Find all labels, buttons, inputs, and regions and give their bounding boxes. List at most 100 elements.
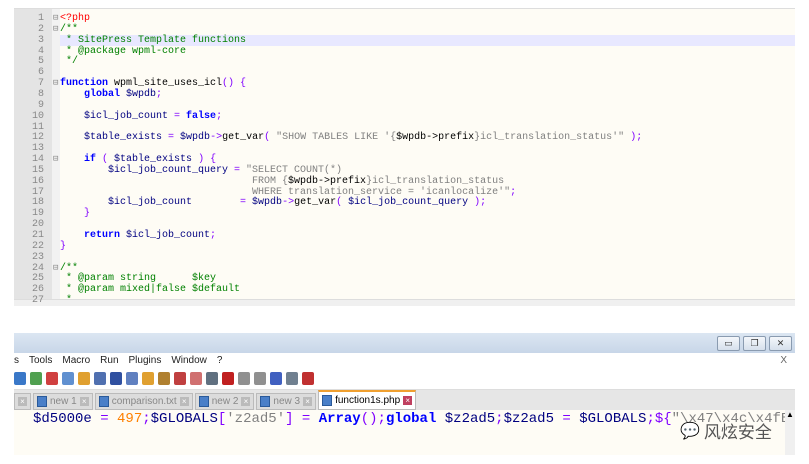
toolbar-button-icon[interactable] — [158, 372, 170, 385]
code-token: = — [554, 411, 580, 427]
code-line: * @package wpml-core — [60, 46, 795, 57]
toolbar-button-icon[interactable] — [46, 372, 58, 385]
tab-close-icon[interactable]: × — [79, 397, 89, 406]
menu-macro[interactable]: Macro — [62, 355, 90, 366]
code-token: $icl_job_count — [60, 197, 193, 209]
toolbar-button-icon[interactable] — [302, 372, 314, 385]
toolbar-button-icon[interactable] — [142, 372, 154, 385]
toolbar-button-icon[interactable] — [286, 372, 298, 385]
code-token: /** — [60, 262, 79, 274]
code-token: get_var — [294, 197, 337, 209]
line-number: 15 — [31, 164, 44, 176]
tab-new-3[interactable]: new 3 × — [256, 393, 317, 410]
code-line: * @param mixed|false $default — [60, 284, 795, 295]
code-line: } — [60, 241, 795, 252]
menu-run[interactable]: Run — [100, 355, 118, 366]
code-token: = — [192, 197, 253, 209]
code-token: * SitePress Template functions — [60, 34, 247, 46]
toolbar-button-icon[interactable] — [14, 372, 26, 385]
code-token: "SHOW TABLES LIKE '{ — [276, 132, 397, 144]
restore-button[interactable]: ❐ — [743, 336, 766, 351]
toolbar-button-icon[interactable] — [126, 372, 138, 385]
toolbar-button-icon[interactable] — [78, 372, 90, 385]
menu-plugins[interactable]: Plugins — [129, 355, 162, 366]
toolbar-button-icon[interactable] — [174, 372, 186, 385]
vertical-scrollbar[interactable]: ▲ — [785, 410, 795, 455]
line-number: 23 — [31, 251, 44, 263]
toolbar-button-icon[interactable] — [190, 372, 202, 385]
line-number: 5 — [37, 56, 44, 68]
code-token: }icl_translation_status'" — [474, 132, 625, 144]
fold-toggle-icon[interactable]: ⊟ — [53, 263, 58, 273]
toolbar-button-icon[interactable] — [30, 372, 42, 385]
close-button[interactable]: ✕ — [769, 336, 792, 351]
code-token: 497 — [117, 411, 143, 427]
code-editor-top[interactable]: 1 <?php ⊟ 2/** ⊟ 3 * SitePress Template funct… — [14, 8, 795, 306]
toolbar-button-icon[interactable] — [270, 372, 282, 385]
line-number: 17 — [31, 186, 44, 198]
tab-new-2[interactable]: new 2 × — [194, 393, 255, 410]
code-editor-bottom[interactable]: $d5000e = 497;$GLOBALS['z2ad5'] = Array(… — [14, 410, 785, 455]
code-token: }icl_translation_status — [366, 175, 505, 187]
tab-new-1[interactable]: new 1 × — [33, 393, 93, 410]
code-token: wpml_site_uses_icl — [108, 78, 223, 90]
code-token: global — [385, 411, 437, 427]
code-token: * @param string $key — [60, 273, 217, 285]
code-token: $GLOBALS — [150, 411, 218, 427]
code-token: ); — [624, 132, 643, 144]
watermark: 💬 风炫安全 — [680, 418, 772, 443]
line-number: 20 — [31, 219, 44, 231]
code-line: /** — [60, 24, 795, 35]
tab-close-icon[interactable]: × — [303, 397, 313, 406]
toolbar-button-icon[interactable] — [222, 372, 234, 385]
code-token: * — [60, 295, 73, 306]
line-number: 2 — [37, 23, 44, 35]
fold-toggle-icon[interactable]: ⊟ — [53, 13, 58, 23]
tab-comparison-txt[interactable]: comparison.txt × — [94, 393, 193, 410]
file-save-icon — [322, 395, 333, 406]
tab-close-icon[interactable]: × — [241, 397, 251, 406]
menu-help[interactable]: ? — [217, 355, 223, 366]
menu-tools[interactable]: Tools — [29, 355, 52, 366]
code-token: global — [84, 88, 121, 100]
line-number: 6 — [37, 67, 44, 79]
code-token: /** — [60, 23, 79, 35]
close-document-button[interactable]: X — [780, 355, 787, 366]
code-token: ] = — [285, 411, 319, 427]
code-token: $z2ad5 — [436, 411, 496, 427]
tab-label: new 1 — [50, 396, 77, 407]
line-number: 22 — [31, 240, 44, 252]
toolbar-button-icon[interactable] — [254, 372, 266, 385]
toolbar-button-icon[interactable] — [110, 372, 122, 385]
toolbar-button-icon[interactable] — [206, 372, 218, 385]
line-number: 9 — [37, 99, 44, 111]
code-token: $z2ad5 — [503, 411, 554, 427]
fold-toggle-icon[interactable]: ⊟ — [53, 154, 58, 164]
code-token: $GLOBALS — [579, 411, 647, 427]
menu-window[interactable]: Window — [171, 355, 207, 366]
code-token: ; — [510, 186, 517, 198]
toolbar-button-icon[interactable] — [94, 372, 106, 385]
tab-hidden[interactable]: × — [14, 393, 31, 410]
toolbar-button-icon[interactable] — [62, 372, 74, 385]
wechat-icon: 💬 — [680, 422, 700, 440]
tab-close-icon[interactable]: × — [179, 397, 189, 406]
code-token: } — [60, 240, 67, 252]
line-number: 11 — [31, 121, 44, 133]
code-token: * @param mixed|false $default — [60, 284, 241, 296]
line-number: 25 — [31, 273, 44, 285]
tab-function1s-php[interactable]: function1s.php × — [318, 390, 417, 410]
toolbar-button-icon[interactable] — [238, 372, 250, 385]
fold-toggle-icon[interactable]: ⊟ — [53, 78, 58, 88]
code-line: } — [60, 208, 795, 219]
minimize-button[interactable]: ▭ — [717, 336, 740, 351]
tab-close-icon[interactable]: × — [403, 396, 413, 405]
tab-close-icon[interactable]: × — [18, 397, 27, 406]
fold-toggle-icon[interactable]: ⊟ — [53, 24, 58, 34]
menu-settings[interactable]: s — [14, 355, 19, 366]
